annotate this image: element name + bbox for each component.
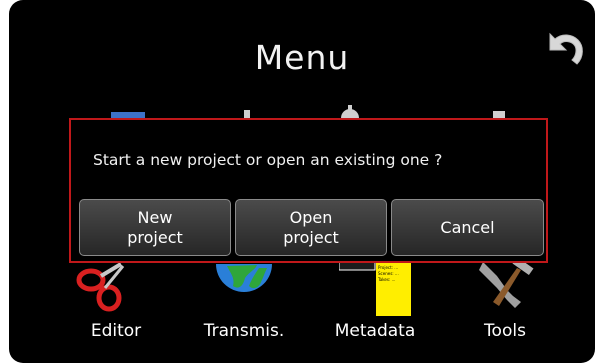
undo-arrow-icon[interactable]: [542, 24, 584, 68]
wrench-hammer-icon[interactable]: [473, 262, 537, 310]
menu-label-tools[interactable]: Tools: [445, 321, 565, 341]
open-project-button[interactable]: Open project: [235, 199, 387, 256]
cancel-button[interactable]: Cancel: [391, 199, 544, 256]
note-line-3: Takes: ...: [377, 277, 395, 282]
project-dialog: Start a new project or open an existing …: [69, 118, 548, 263]
menu-label-transmis[interactable]: Transmis.: [184, 321, 304, 341]
menu-label-metadata[interactable]: Metadata: [315, 321, 435, 341]
new-project-button[interactable]: New project: [79, 199, 231, 256]
dialog-prompt: Start a new project or open an existing …: [93, 151, 443, 169]
scissors-icon[interactable]: [71, 262, 133, 314]
note-line-1: Project: ...: [378, 265, 398, 270]
menu-label-editor[interactable]: Editor: [56, 321, 176, 341]
globe-icon[interactable]: [213, 262, 275, 308]
device-screen: Menu Project: ... Scenes: ... Takes: ...: [9, 0, 595, 363]
note-line-2: Scenes: ...: [378, 271, 399, 276]
sticky-note-icon[interactable]: Project: ... Scenes: ... Takes: ...: [339, 258, 411, 316]
page-title: Menu: [254, 38, 350, 77]
